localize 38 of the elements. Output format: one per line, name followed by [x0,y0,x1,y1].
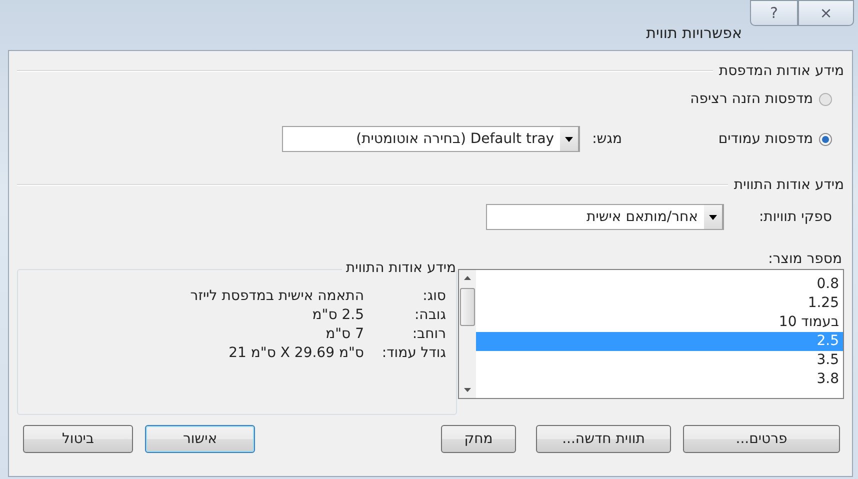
detail-label: גודל עמוד: [380,345,446,361]
list-item[interactable]: 3.8 [476,370,843,389]
list-item[interactable]: 1.25 [476,294,843,313]
radio-button[interactable] [819,132,832,146]
vendor-dropdown[interactable]: אחר/מותאם אישית [486,204,724,230]
detail-value: ס"מ 29.69 X ס"מ 21 [228,345,364,361]
dialog-button[interactable]: מחק [441,425,516,453]
dialog-button[interactable]: תווית חדשה... [536,425,671,453]
scroll-up-icon [464,276,471,280]
detail-label: סוג: [422,288,446,304]
detail-value: התאמה אישית במדפסת לייזר [189,288,364,304]
close-button[interactable]: × [798,0,854,26]
scroll-down-icon [464,388,471,392]
tray-dropdown[interactable]: Default tray (בחירה אוטומטית) [282,126,580,152]
dialog-button[interactable]: ביטול [23,425,133,453]
list-item[interactable]: 0.8 [476,275,843,294]
scrollbar[interactable] [459,270,476,398]
detail-value: 2.5 ס"מ [311,307,364,323]
dialog-button[interactable]: אישור [145,425,255,453]
product-number-label: מספר מוצר: [767,251,843,267]
section-heading: מידע אודות התווית [734,177,844,193]
detail-value: 7 ס"מ [324,326,364,342]
dropdown-arrow-icon [565,136,574,142]
detail-label: רוחב: [411,326,446,342]
radio-option[interactable]: מדפסות הזנה רציפה [662,91,832,107]
dialog-button[interactable]: פרטים... [683,425,840,453]
tray-label: מגש: [592,131,622,147]
radio-button[interactable] [819,92,832,106]
vendor-label: ספקי תוויות: [758,209,832,225]
detail-label: גובה: [413,307,446,323]
section-heading: מידע אודות המדפסת [718,63,844,79]
list-item[interactable]: 3.5 [476,351,843,370]
radio-option[interactable]: מדפסות עמודים [662,131,832,147]
list-item[interactable]: 10 בעמוד [476,313,843,332]
dropdown-arrow-icon [709,214,717,220]
scroll-thumb[interactable] [460,288,475,326]
help-button[interactable]: ? [750,0,798,26]
window-title: אפשרויות תווית [646,24,742,42]
